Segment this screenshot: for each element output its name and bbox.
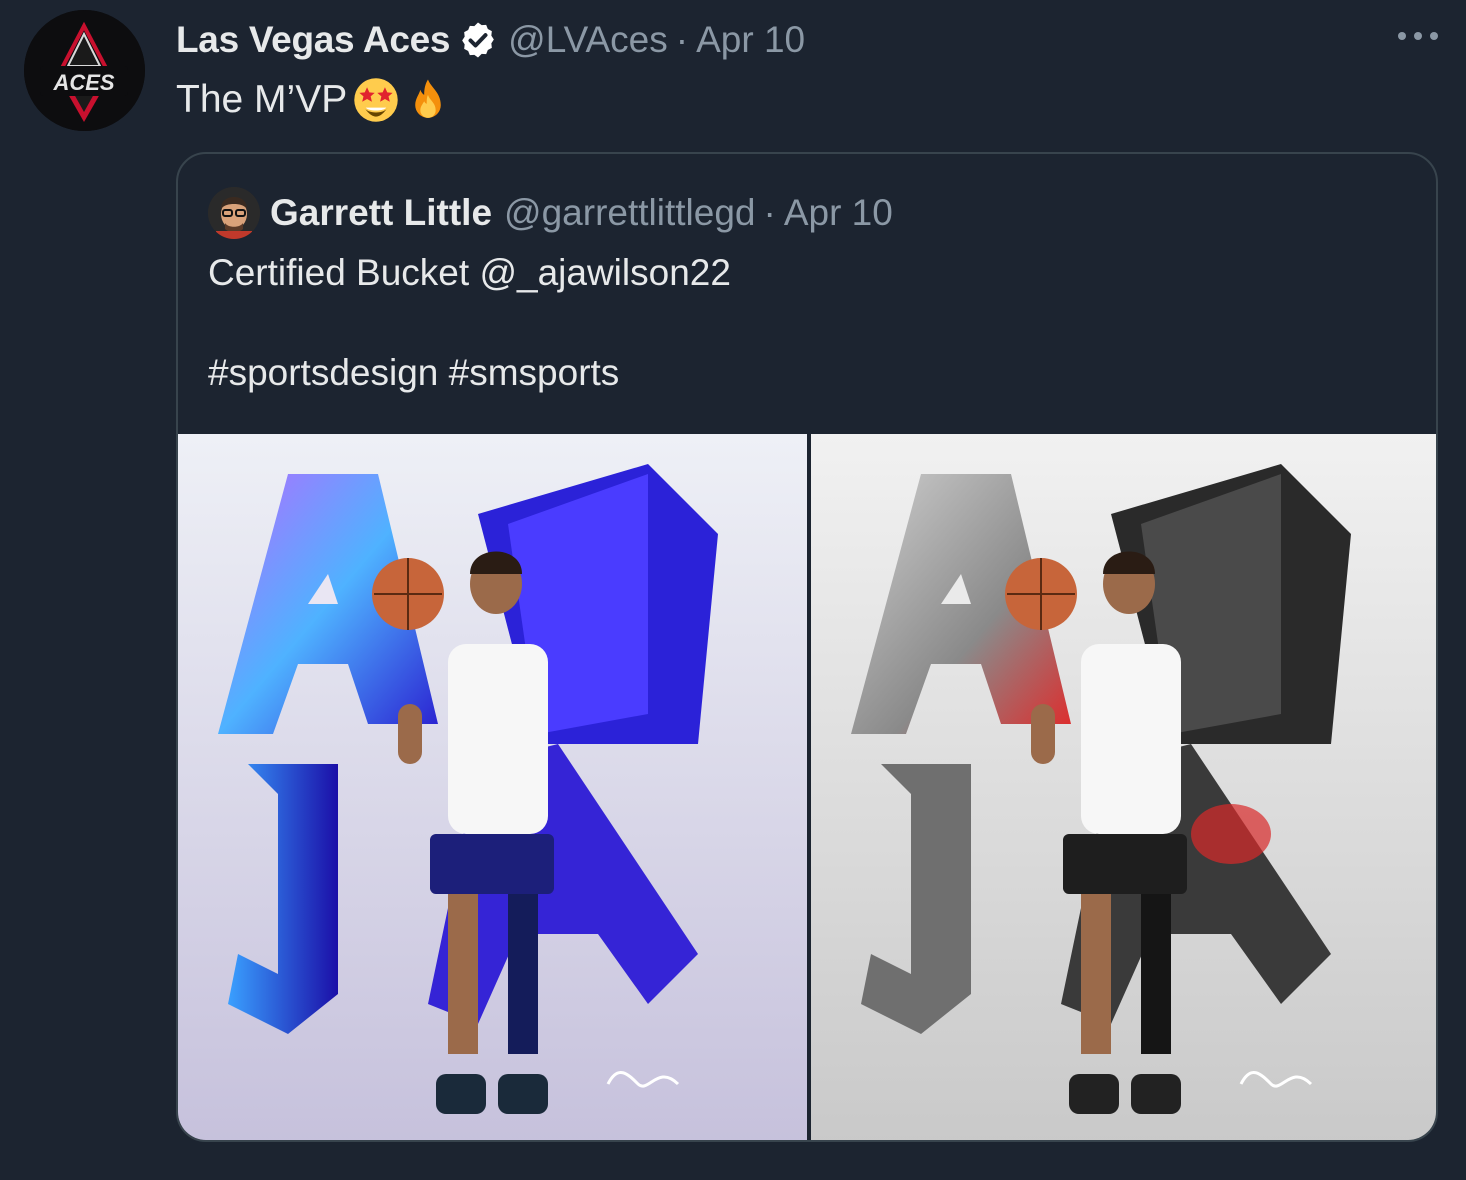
verified-badge-icon: [462, 22, 495, 58]
media-image-color[interactable]: [178, 434, 807, 1140]
quoted-tweet[interactable]: Garrett Little @garrettlittlegd · Apr 10…: [176, 152, 1438, 1142]
cartoon-avatar-icon: [208, 187, 260, 239]
quoted-tweet-media: [178, 434, 1436, 1140]
quoted-author-display-name[interactable]: Garrett Little: [270, 192, 492, 234]
author-handle[interactable]: @LVAces: [508, 19, 668, 61]
quoted-tweet-text: Certified Bucket @_ajawilson22 #sportsde…: [208, 252, 731, 393]
author-display-name[interactable]: Las Vegas Aces: [176, 19, 450, 61]
fire-emoji-icon: [415, 79, 441, 118]
quoted-author-handle[interactable]: @garrettlittlegd: [504, 192, 755, 234]
header-separator: ·: [675, 19, 689, 60]
star-struck-emoji-icon: [354, 78, 398, 122]
more-options-icon[interactable]: [1398, 24, 1438, 48]
quoted-author-avatar[interactable]: [208, 187, 260, 239]
author-avatar[interactable]: ACES: [24, 10, 145, 131]
aces-logo-icon: ACES: [24, 10, 145, 131]
tweet-date[interactable]: Apr 10: [696, 19, 805, 61]
aces-logo-text: ACES: [52, 70, 114, 95]
aja-mono-poster-image: [811, 434, 1436, 1140]
tweet[interactable]: ACES Las Vegas Aces @LVAces · Apr 10 The…: [0, 0, 1466, 1180]
tweet-text-content: The M’VP: [176, 78, 348, 121]
tweet-header: Las Vegas Aces @LVAces · Apr 10: [176, 14, 805, 66]
tweet-text: The M’VP: [176, 74, 451, 126]
media-image-mono[interactable]: [811, 434, 1436, 1140]
aja-color-poster-image: [178, 434, 807, 1140]
quoted-header-separator: ·: [763, 192, 776, 233]
quoted-tweet-header: Garrett Little @garrettlittlegd · Apr 10: [208, 184, 893, 242]
quoted-tweet-date[interactable]: Apr 10: [784, 192, 893, 234]
